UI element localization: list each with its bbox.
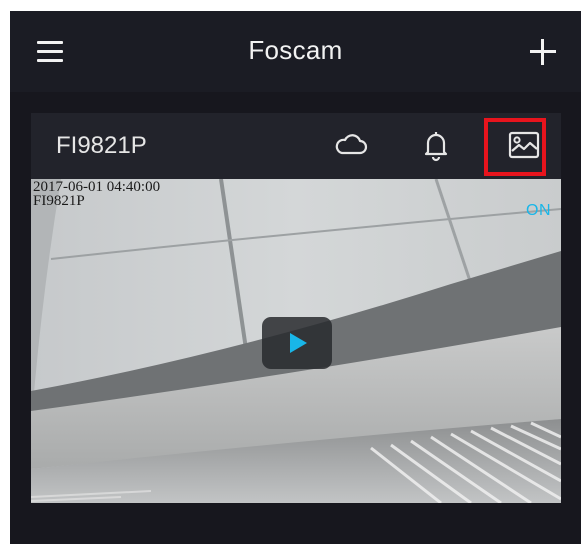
add-camera-plus-icon[interactable] [530, 39, 556, 65]
osd-timestamp: 2017-06-01 04:40:00 [33, 179, 161, 195]
app-screen: Foscam FI9821P 2017-06-01 04:40:00 FI982… [10, 11, 581, 544]
camera-card: FI9821P 2017-06-01 04:40:00 FI9821P ON [31, 113, 561, 503]
app-title: Foscam [248, 35, 343, 65]
camera-card-header: FI9821P [31, 113, 561, 177]
play-button[interactable] [262, 317, 332, 369]
camera-name: FI9821P [56, 132, 147, 159]
app-bar: Foscam [10, 11, 581, 92]
bell-icon[interactable] [418, 127, 454, 163]
video-preview[interactable]: 2017-06-01 04:40:00 FI9821P ON [31, 179, 561, 503]
osd-camera-name: FI9821P [33, 193, 85, 209]
gallery-icon[interactable] [506, 127, 542, 163]
play-icon [290, 333, 307, 353]
status-on-label: ON [526, 202, 551, 219]
cloud-icon[interactable] [333, 127, 369, 163]
